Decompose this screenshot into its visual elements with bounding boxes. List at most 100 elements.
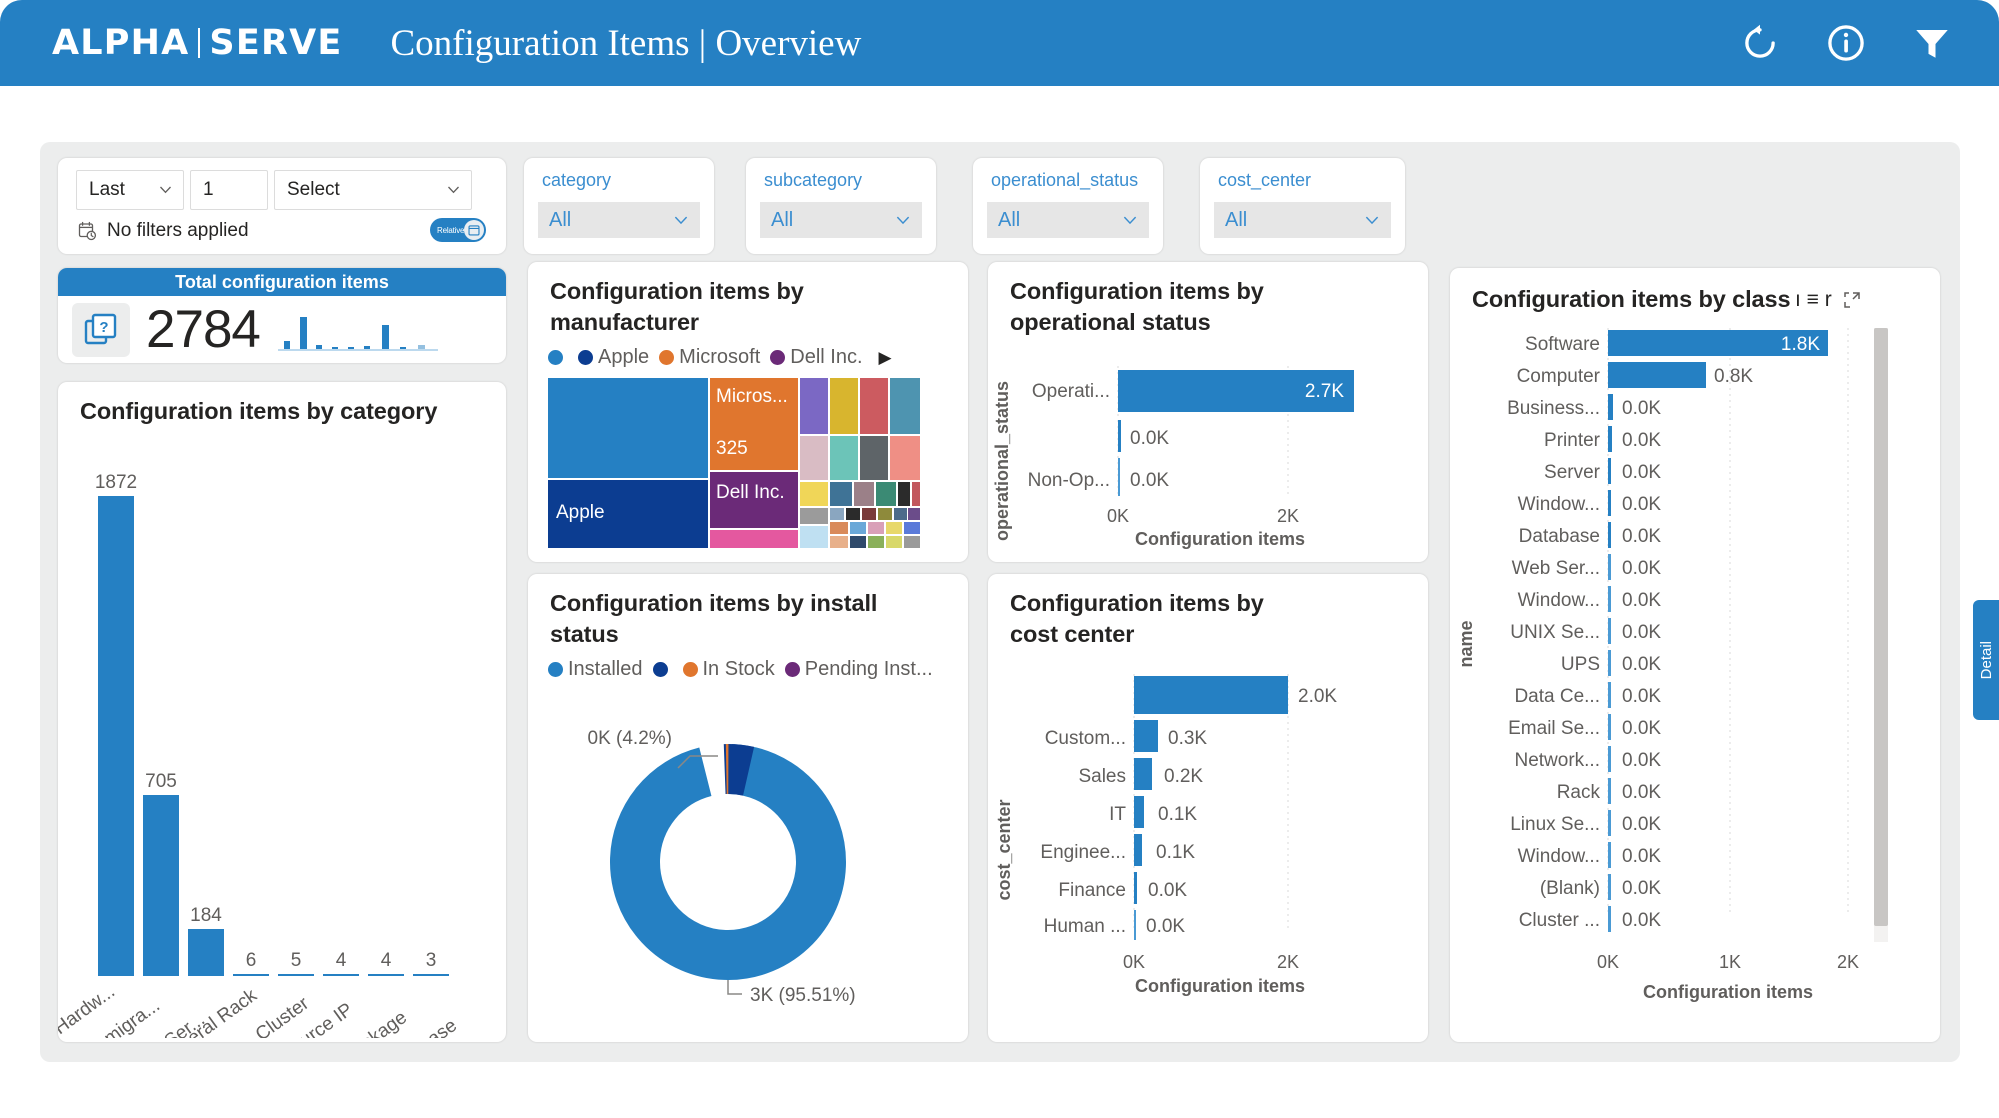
legend-swatch (548, 350, 563, 365)
chart-header-actions: ı ≡ r (1795, 288, 1862, 312)
chart-title: Configuration items by manufacturer (550, 276, 850, 338)
svg-text:?: ? (99, 319, 108, 336)
brand-name-right: SERVE (209, 23, 342, 63)
calendar-icon (468, 224, 480, 236)
bar-value: 1.8K (1781, 334, 1820, 355)
chevron-down-icon (674, 216, 688, 225)
slicer-operational-status-select[interactable]: All (987, 202, 1149, 238)
bar-value: 0.0K (1622, 878, 1661, 899)
slicer-category-value: All (538, 209, 571, 232)
focus-mode-icon[interactable] (1842, 290, 1862, 310)
calendar-clock-icon (78, 221, 98, 241)
date-amount-input[interactable]: 1 (190, 170, 268, 210)
treemap-by-manufacturer: Apple Micros... 325 Dell Inc. (548, 378, 948, 548)
bar (1608, 362, 1706, 388)
filter-icon[interactable] (1911, 22, 1953, 64)
slicer-operational-status-label: operational_status (991, 170, 1138, 191)
relative-toggle[interactable]: Relative (430, 218, 486, 242)
bar (1608, 842, 1611, 868)
bar-value: 0.0K (1622, 782, 1661, 803)
bar (98, 496, 134, 976)
slicer-cost-center: cost_center All (1200, 158, 1405, 254)
bar (1608, 618, 1611, 644)
date-range-mode-value: Last (77, 179, 125, 201)
x-tick: 2K (1277, 506, 1299, 526)
legend-item: In Stock (683, 658, 775, 681)
legend-item: Installed (548, 658, 643, 681)
bar (1608, 554, 1611, 580)
brand-name-left: ALPHA (52, 23, 189, 63)
refresh-icon[interactable] (1739, 22, 1781, 64)
bar-value: 0.0K (1622, 686, 1661, 707)
bar (1608, 778, 1611, 804)
bar (1608, 810, 1611, 836)
detail-pane-tab-label: Detail (1978, 641, 1995, 679)
bar-value: 0.0K (1622, 846, 1661, 867)
bar (368, 974, 404, 976)
chart-card-by-class[interactable]: Configuration items by class ı ≡ r name (1450, 268, 1940, 1042)
scrollbar-thumb[interactable] (1874, 328, 1888, 926)
bar-value: 0.0K (1622, 430, 1661, 451)
axis-category-label: Non-Op... (1028, 470, 1110, 491)
info-icon[interactable] (1825, 22, 1867, 64)
treemap-legend: Apple Microsoft Dell Inc. ▶ (548, 346, 892, 369)
bar-value: 705 (145, 771, 177, 792)
kpi-body: ? 2784 (58, 296, 506, 363)
date-range-mode-select[interactable]: Last (76, 170, 184, 210)
legend-next-arrow[interactable]: ▶ (879, 348, 892, 368)
bar-value: 0.0K (1622, 814, 1661, 835)
callout-line (728, 980, 742, 994)
bar-chart-by-category: 1872 705 184 6 5 4 4 3 Hardw... Do not m… (58, 438, 506, 1038)
legend-item: Apple (578, 346, 649, 369)
bar-value: 0.2K (1164, 766, 1203, 787)
bar (1608, 394, 1613, 420)
slicer-subcategory-label: subcategory (764, 170, 862, 191)
axis-category-label: Data Ce... (1514, 686, 1600, 707)
axis-category-label: Linux Se... (1510, 814, 1600, 835)
kpi-card-total-configuration-items[interactable]: Total configuration items ? 2784 (58, 268, 506, 363)
chart-card-by-operational-status[interactable]: Configuration items by operational statu… (988, 262, 1428, 562)
chart-title: Configuration items by cost center (1010, 588, 1310, 650)
slicer-category-select[interactable]: All (538, 202, 700, 238)
date-amount-value: 1 (191, 179, 214, 201)
report-canvas: Last 1 Select No filters applied (40, 142, 1960, 1062)
configuration-item-icon: ? (72, 303, 130, 357)
chevron-down-icon (447, 186, 460, 194)
chart-card-by-install-status[interactable]: Configuration items by install status In… (528, 574, 968, 1042)
bar (1134, 834, 1142, 866)
legend-label: Dell Inc. (790, 346, 862, 369)
category-labels: Hardw... Do not migra... Business Servic… (58, 981, 461, 1038)
chevron-down-icon (1365, 216, 1379, 225)
treemap-tile (548, 378, 708, 478)
slicer-operational-status: operational_status All (973, 158, 1163, 254)
x-tick: 2K (1277, 952, 1299, 972)
chart-card-by-manufacturer[interactable]: Configuration items by manufacturer Appl… (528, 262, 968, 562)
bar-value: 0.0K (1146, 916, 1185, 937)
relative-toggle-knob (464, 220, 484, 240)
y-axis-title: cost_center (994, 799, 1014, 900)
donut-legend: Installed In Stock Pending Inst... (548, 658, 939, 681)
slicer-subcategory-select[interactable]: All (760, 202, 922, 238)
chart-card-by-category[interactable]: Configuration items by category 1872 705 (58, 382, 506, 1042)
bar (1608, 714, 1611, 740)
kpi-title: Total configuration items (58, 268, 506, 296)
axis-category-label: Computer (1517, 366, 1601, 387)
treemap-tile (710, 530, 798, 548)
bar-value: 2.7K (1305, 381, 1344, 402)
slicer-category: category All (524, 158, 714, 254)
app-header: ALPHA SERVE Configuration Items | Overvi… (0, 0, 1999, 86)
axis-category-label: UNIX Se... (1510, 622, 1600, 643)
legend-swatch (683, 662, 698, 677)
relative-toggle-label: Relative (430, 226, 464, 235)
axis-category-label: Cluster ... (1519, 910, 1600, 931)
bar (1608, 490, 1611, 516)
axis-category-label: Custom... (1045, 728, 1126, 749)
chart-card-by-cost-center[interactable]: Configuration items by cost center cost_… (988, 574, 1428, 1042)
bar (1134, 720, 1158, 752)
slicer-cost-center-select[interactable]: All (1214, 202, 1391, 238)
slicer-cost-center-label: cost_center (1218, 170, 1311, 191)
date-unit-select[interactable]: Select (274, 170, 472, 210)
detail-pane-tab[interactable]: Detail (1973, 600, 1999, 720)
bar-value: 5 (291, 950, 302, 971)
axis-category-label: Database (1519, 526, 1600, 547)
